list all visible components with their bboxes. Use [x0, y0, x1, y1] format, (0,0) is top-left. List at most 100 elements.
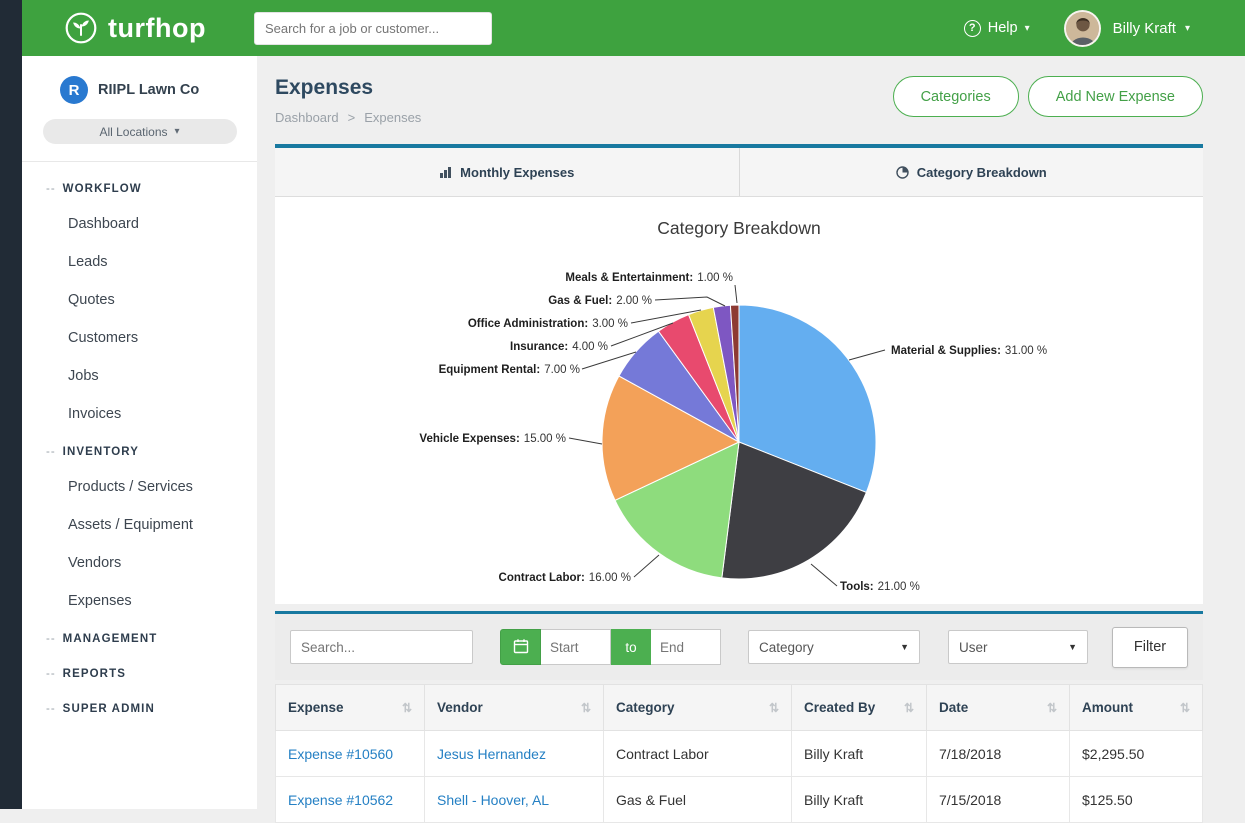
category-select[interactable]: Category ▼ [748, 630, 920, 664]
expense-link[interactable]: Expense #10562 [288, 792, 393, 808]
tree-dash-icon: -- [46, 633, 56, 645]
start-date-input[interactable] [541, 629, 611, 665]
table-search-input[interactable] [290, 630, 473, 664]
help-label: Help [988, 20, 1018, 36]
svg-text:Vehicle Expenses:15.00 %: Vehicle Expenses:15.00 % [419, 433, 566, 445]
sidebar-section-management[interactable]: -- MANAGEMENT [22, 620, 257, 655]
table-row: Expense #10560 Jesus Hernandez Contract … [276, 731, 1203, 777]
amount-cell: $2,295.50 [1070, 731, 1203, 777]
svg-text:Office Administration:3.00 %: Office Administration:3.00 % [468, 318, 628, 330]
date-cell: 7/15/2018 [927, 777, 1070, 823]
sidebar-item-dashboard[interactable]: Dashboard [22, 205, 257, 243]
expense-link[interactable]: Expense #10560 [288, 746, 393, 762]
category-cell: Contract Labor [604, 731, 792, 777]
filter-button[interactable]: Filter [1112, 627, 1188, 668]
expenses-table: Expense⇅ Vendor⇅ Category⇅ Created By⇅ D… [275, 684, 1203, 823]
page-title: Expenses [275, 76, 421, 100]
breadcrumb: Dashboard > Expenses [275, 110, 421, 125]
breadcrumb-current: Expenses [364, 110, 421, 125]
sidebar: R RIIPL Lawn Co All Locations ▾ -- WORKF… [22, 56, 257, 809]
app-logo[interactable]: turfhop [64, 11, 206, 45]
brand-name: turfhop [108, 13, 206, 44]
top-navbar: turfhop ? Help ▾ Billy Kraft ▾ [22, 0, 1245, 56]
svg-text:Insurance:4.00 %: Insurance:4.00 % [510, 341, 608, 353]
tab-category-breakdown[interactable]: Category Breakdown [739, 148, 1204, 196]
location-label: All Locations [99, 125, 167, 139]
tab-monthly-expenses[interactable]: Monthly Expenses [275, 148, 739, 196]
column-header-created-by[interactable]: Created By⇅ [792, 685, 927, 731]
company-name: RIIPL Lawn Co [98, 82, 199, 98]
chevron-down-icon: ▾ [1185, 23, 1190, 34]
column-header-vendor[interactable]: Vendor⇅ [425, 685, 604, 731]
page-actions: Categories Add New Expense [893, 76, 1203, 117]
sidebar-item-vendors[interactable]: Vendors [22, 544, 257, 582]
user-name: Billy Kraft [1113, 20, 1176, 37]
main-content: Expenses Dashboard > Expenses Categories… [257, 56, 1245, 809]
svg-text:Gas & Fuel:2.00 %: Gas & Fuel:2.00 % [548, 295, 652, 307]
end-date-input[interactable] [651, 629, 721, 665]
category-pie-chart: Meals & Entertainment:1.00 % Gas & Fuel:… [275, 197, 1203, 604]
sidebar-item-expenses[interactable]: Expenses [22, 582, 257, 620]
sidebar-item-quotes[interactable]: Quotes [22, 281, 257, 319]
table-filter-bar: to Category ▼ User ▼ Filter [275, 614, 1203, 680]
sidebar-item-jobs[interactable]: Jobs [22, 357, 257, 395]
tree-dash-icon: -- [46, 183, 56, 195]
chevron-down-icon: ▾ [175, 126, 180, 137]
user-avatar[interactable] [1064, 10, 1101, 47]
expenses-table-container: Expense⇅ Vendor⇅ Category⇅ Created By⇅ D… [275, 684, 1203, 823]
vendor-link[interactable]: Shell - Hoover, AL [437, 792, 549, 808]
company-logo: R [60, 76, 88, 104]
calendar-icon [513, 638, 529, 657]
sidebar-item-invoices[interactable]: Invoices [22, 395, 257, 433]
table-header-row: Expense⇅ Vendor⇅ Category⇅ Created By⇅ D… [276, 685, 1203, 731]
add-new-expense-button[interactable]: Add New Expense [1028, 76, 1203, 117]
sort-icon[interactable]: ⇅ [1180, 701, 1190, 715]
column-header-amount[interactable]: Amount⇅ [1070, 685, 1203, 731]
column-header-category[interactable]: Category⇅ [604, 685, 792, 731]
tree-dash-icon: -- [46, 703, 56, 715]
left-dark-rail [0, 0, 22, 809]
category-cell: Gas & Fuel [604, 777, 792, 823]
help-icon: ? [964, 20, 981, 37]
user-menu[interactable]: Billy Kraft ▾ [1113, 20, 1190, 37]
sort-icon[interactable]: ⇅ [581, 701, 591, 715]
sidebar-section-super-admin[interactable]: -- SUPER ADMIN [22, 690, 257, 725]
turfhop-logo-icon [64, 11, 98, 45]
sort-icon[interactable]: ⇅ [769, 701, 779, 715]
sidebar-section-inventory[interactable]: -- INVENTORY [22, 433, 257, 468]
sidebar-item-customers[interactable]: Customers [22, 319, 257, 357]
pie-chart-icon [896, 166, 909, 179]
sidebar-section-workflow[interactable]: -- WORKFLOW [22, 170, 257, 205]
column-header-expense[interactable]: Expense⇅ [276, 685, 425, 731]
sidebar-item-leads[interactable]: Leads [22, 243, 257, 281]
date-range-group: to [500, 629, 721, 665]
amount-cell: $125.50 [1070, 777, 1203, 823]
sort-icon[interactable]: ⇅ [904, 701, 914, 715]
sort-icon[interactable]: ⇅ [402, 701, 412, 715]
date-cell: 7/18/2018 [927, 731, 1070, 777]
user-select[interactable]: User ▼ [948, 630, 1088, 664]
sidebar-item-assets-equipment[interactable]: Assets / Equipment [22, 506, 257, 544]
chart-card: Category Breakdown Meals & Entertainment… [275, 197, 1203, 604]
column-header-date[interactable]: Date⇅ [927, 685, 1070, 731]
date-range-to-label: to [611, 629, 651, 665]
tree-dash-icon: -- [46, 668, 56, 680]
sidebar-item-products-services[interactable]: Products / Services [22, 468, 257, 506]
location-selector[interactable]: All Locations ▾ [43, 119, 237, 144]
select-caret-icon: ▼ [1068, 642, 1077, 652]
global-search-input[interactable] [254, 12, 492, 45]
svg-text:Tools:21.00 %: Tools:21.00 % [840, 581, 920, 593]
page-header: Expenses Dashboard > Expenses Categories… [275, 76, 1203, 138]
breadcrumb-dashboard[interactable]: Dashboard [275, 110, 339, 125]
calendar-button[interactable] [500, 629, 541, 665]
company-header: R RIIPL Lawn Co [22, 56, 257, 104]
help-menu[interactable]: ? Help ▾ [964, 20, 1030, 37]
sidebar-section-reports[interactable]: -- REPORTS [22, 655, 257, 690]
select-caret-icon: ▼ [900, 642, 909, 652]
vendor-link[interactable]: Jesus Hernandez [437, 746, 546, 762]
created-by-cell: Billy Kraft [792, 777, 927, 823]
created-by-cell: Billy Kraft [792, 731, 927, 777]
categories-button[interactable]: Categories [893, 76, 1019, 117]
sidebar-nav: -- WORKFLOW Dashboard Leads Quotes Custo… [22, 162, 257, 725]
sort-icon[interactable]: ⇅ [1047, 701, 1057, 715]
